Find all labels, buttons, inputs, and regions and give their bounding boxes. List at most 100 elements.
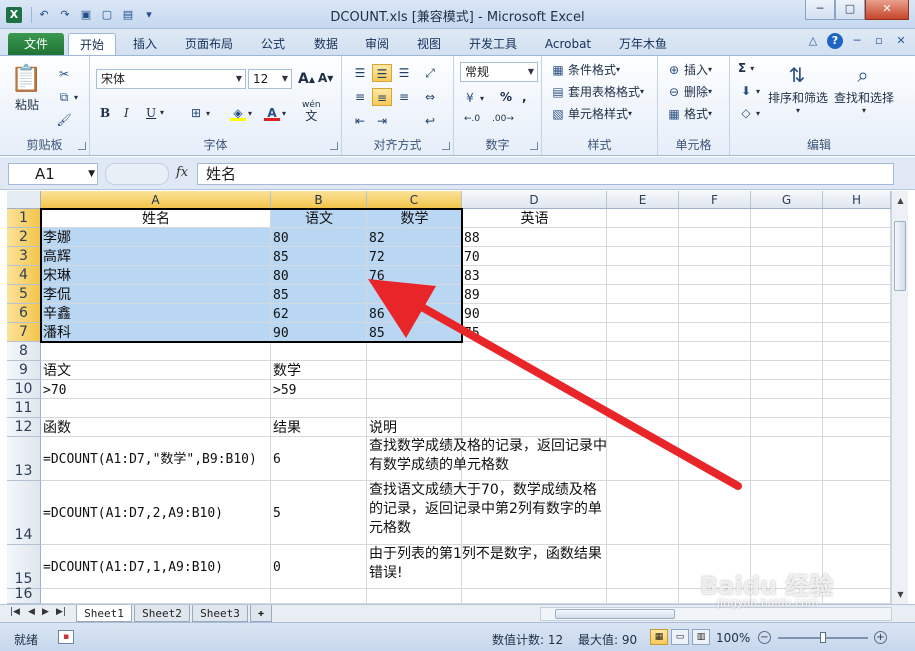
shrink-font-button[interactable]: A ▼ bbox=[318, 71, 333, 85]
cell-a12[interactable]: 函数 bbox=[41, 418, 271, 437]
autosum-button[interactable]: Σ ▾ bbox=[738, 61, 754, 75]
cell-a13[interactable]: =DCOUNT(A1:D7,"数学",B9:B10) bbox=[41, 437, 271, 481]
tab-formulas[interactable]: 公式 bbox=[252, 33, 294, 55]
cell-a14[interactable]: =DCOUNT(A1:D7,2,A9:B10) bbox=[41, 481, 271, 545]
number-launcher-icon[interactable] bbox=[530, 142, 538, 150]
cell-d4[interactable]: 83 bbox=[462, 266, 607, 285]
sheet-tab-sheet1[interactable]: Sheet1 bbox=[76, 605, 132, 622]
row-header-12[interactable]: 12 bbox=[7, 418, 41, 437]
column-header-h[interactable]: H bbox=[823, 191, 891, 209]
align-center-button[interactable]: ≡ bbox=[372, 88, 392, 106]
minimize-ribbon-icon[interactable]: △ bbox=[805, 33, 821, 49]
worksheet-grid[interactable]: A B C D E F G H 1 2 3 4 5 6 7 8 9 10 11 12 13 14 15 16 姓名 语文 数学 英语李… bbox=[7, 191, 891, 604]
cell-d3[interactable]: 70 bbox=[462, 247, 607, 266]
orientation-button[interactable]: ⤢ bbox=[420, 64, 440, 82]
cell-b12[interactable]: 结果 bbox=[271, 418, 367, 437]
align-right-button[interactable]: ≡ bbox=[394, 88, 414, 106]
zoom-level[interactable]: 100% bbox=[716, 631, 750, 645]
paste-button[interactable]: 📋 粘贴 bbox=[10, 62, 44, 113]
cell-b9[interactable]: 数学 bbox=[271, 361, 367, 380]
next-sheet-icon[interactable]: ▶ bbox=[42, 607, 49, 617]
comma-button[interactable]: , bbox=[522, 90, 527, 104]
decrease-decimal-button[interactable]: .00→ bbox=[492, 114, 514, 124]
font-launcher-icon[interactable] bbox=[330, 142, 338, 150]
zoom-out-icon[interactable]: − bbox=[758, 631, 771, 644]
percent-button[interactable]: % bbox=[500, 90, 512, 104]
row-header-6[interactable]: 6 bbox=[7, 304, 41, 323]
italic-button[interactable]: I bbox=[124, 106, 129, 120]
row-header-7[interactable]: 7 bbox=[7, 323, 41, 342]
delete-cells-button[interactable]: ⊖ 删除 ▾ bbox=[666, 83, 712, 100]
select-all-corner[interactable] bbox=[7, 191, 41, 209]
merge-center-button[interactable]: ⇔ bbox=[420, 88, 440, 106]
underline-dropdown-icon[interactable]: ▾ bbox=[160, 108, 164, 117]
scroll-down-icon[interactable]: ▼ bbox=[893, 587, 908, 602]
tab-view[interactable]: 视图 bbox=[408, 33, 450, 55]
column-header-c[interactable]: C bbox=[367, 191, 462, 209]
vertical-scroll-thumb[interactable] bbox=[894, 221, 906, 291]
align-bottom-button[interactable]: ☰ bbox=[394, 64, 414, 82]
tab-developer[interactable]: 开发工具 bbox=[462, 33, 524, 55]
sheet-tab-sheet2[interactable]: Sheet2 bbox=[134, 605, 190, 622]
first-sheet-icon[interactable]: |◀ bbox=[10, 607, 20, 617]
cell-c12[interactable]: 说明 bbox=[367, 418, 462, 437]
horizontal-scrollbar[interactable] bbox=[540, 607, 892, 621]
cell-d1[interactable]: 英语 bbox=[462, 209, 607, 228]
column-header-a[interactable]: A bbox=[41, 191, 271, 209]
workbook-minimize-icon[interactable]: ─ bbox=[849, 33, 865, 49]
sheet-tab-sheet3[interactable]: Sheet3 bbox=[192, 605, 248, 622]
zoom-slider-knob[interactable] bbox=[820, 632, 826, 643]
last-sheet-icon[interactable]: ▶| bbox=[56, 607, 66, 617]
zoom-in-icon[interactable]: + bbox=[874, 631, 887, 644]
cell-d2[interactable]: 88 bbox=[462, 228, 607, 247]
page-layout-view-button[interactable]: ▭ bbox=[671, 629, 689, 645]
borders-button[interactable]: ⊞ ▾ bbox=[188, 105, 210, 121]
workbook-close-icon[interactable]: ✕ bbox=[893, 33, 909, 49]
phonetic-button[interactable]: wén 文 bbox=[302, 100, 321, 122]
cell-a15[interactable]: =DCOUNT(A1:D7,1,A9:B10) bbox=[41, 545, 271, 589]
row-header-2[interactable]: 2 bbox=[7, 228, 41, 247]
currency-button[interactable]: ¥ ▾ bbox=[462, 90, 484, 106]
number-format-combo[interactable]: 常规 ▼ bbox=[460, 62, 538, 82]
formula-bar-splitter[interactable] bbox=[105, 163, 169, 185]
maximize-button[interactable]: □ bbox=[835, 0, 865, 20]
bold-button[interactable]: B bbox=[100, 106, 110, 120]
column-header-d[interactable]: D bbox=[462, 191, 607, 209]
cut-button[interactable]: ✂ bbox=[56, 66, 74, 82]
workbook-restore-icon[interactable]: ▫ bbox=[871, 33, 887, 49]
tab-home[interactable]: 开始 bbox=[68, 33, 116, 55]
fill-color-button[interactable]: ◈ ▾ bbox=[230, 105, 252, 121]
close-button[interactable]: ✕ bbox=[865, 0, 909, 20]
cell-styles-button[interactable]: ▧ 单元格样式 ▾ bbox=[550, 105, 632, 122]
cell-b15[interactable]: 0 bbox=[271, 545, 367, 589]
minimize-button[interactable]: ─ bbox=[805, 0, 835, 20]
vertical-scrollbar[interactable]: ▲ ▼ bbox=[891, 191, 908, 604]
page-break-view-button[interactable]: ▥ bbox=[692, 629, 710, 645]
cell-a9[interactable]: 语文 bbox=[41, 361, 271, 380]
row-header-4[interactable]: 4 bbox=[7, 266, 41, 285]
fill-button[interactable]: ⬇ ▾ bbox=[738, 83, 760, 99]
wrap-text-button[interactable]: ↩ bbox=[420, 112, 440, 130]
tab-file[interactable]: 文件 bbox=[8, 33, 64, 55]
row-header-10[interactable]: 10 bbox=[7, 380, 41, 399]
clipboard-launcher-icon[interactable] bbox=[78, 142, 86, 150]
column-header-f[interactable]: F bbox=[679, 191, 751, 209]
tab-page-layout[interactable]: 页面布局 bbox=[178, 33, 240, 55]
cell-d7[interactable]: 75 bbox=[462, 323, 607, 342]
cell-d5[interactable]: 89 bbox=[462, 285, 607, 304]
scroll-up-icon[interactable]: ▲ bbox=[893, 193, 908, 208]
increase-decimal-button[interactable]: ←.0 bbox=[464, 114, 480, 124]
row-header-9[interactable]: 9 bbox=[7, 361, 41, 380]
row-header-3[interactable]: 3 bbox=[7, 247, 41, 266]
cell-b14[interactable]: 5 bbox=[271, 481, 367, 545]
align-middle-button[interactable]: ☰ bbox=[372, 64, 392, 82]
help-icon[interactable]: ? bbox=[827, 33, 843, 49]
row-header-8[interactable]: 8 bbox=[7, 342, 41, 361]
formula-input[interactable]: 姓名 bbox=[197, 163, 894, 185]
cell-c14[interactable]: 查找语文成绩大于70，数学成绩及格的记录，返回记录中第2列有数字的单元格数 bbox=[367, 481, 607, 545]
column-header-g[interactable]: G bbox=[751, 191, 823, 209]
tab-insert[interactable]: 插入 bbox=[124, 33, 166, 55]
prev-sheet-icon[interactable]: ◀ bbox=[28, 607, 35, 617]
alignment-launcher-icon[interactable] bbox=[442, 142, 450, 150]
clear-button[interactable]: ◇ ▾ bbox=[738, 105, 760, 121]
